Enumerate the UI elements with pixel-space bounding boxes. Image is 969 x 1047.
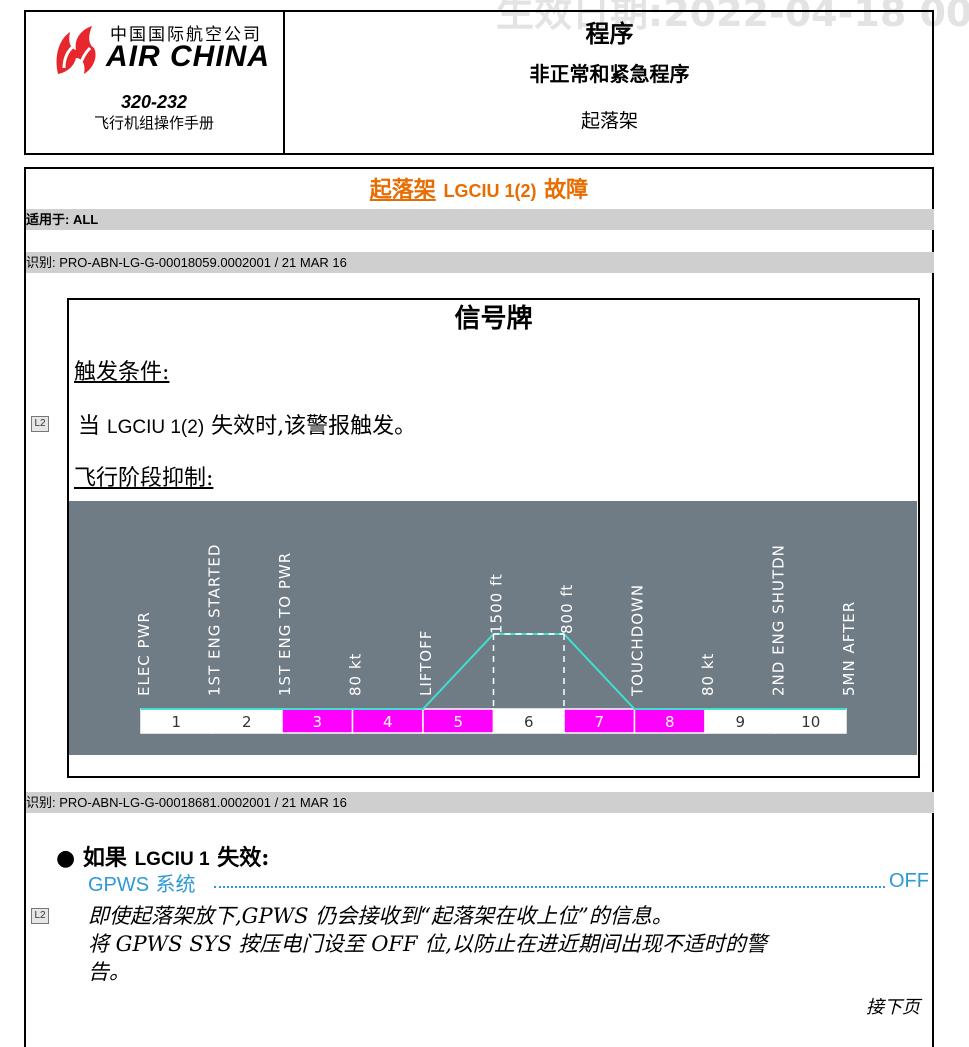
- phoenix-logo-icon: [56, 26, 96, 74]
- item-action-value: OFF: [889, 870, 929, 892]
- procedure-title-en: LGCIU 1(2): [443, 181, 537, 201]
- leader-dots: [214, 886, 885, 888]
- ident-bar-2: 识别: PRO-ABN-LG-G-00018681.0002001 / 21 M…: [26, 792, 934, 813]
- bullet-icon: ●: [56, 845, 76, 871]
- level-tag: L2: [31, 416, 49, 432]
- checklist-item-gpws[interactable]: GPWS 系统 OFF: [88, 868, 929, 896]
- ident-label-2: 识别: [26, 796, 53, 811]
- note-line-2: 将 GPWS SYS 按压电门设至 OFF 位,以防止在进近期间出现不适时的警: [88, 932, 767, 956]
- procedure-title-tail: 故障: [544, 177, 589, 203]
- note-line-1: 即使起落架放下,GPWS 仍会接收到“起落架在收上位”的信息。: [88, 904, 673, 928]
- flight-phase-chart: 1 2 3 4 5 6 7 8 9 10 ELEC PWR 1ST ENG STARTED 1ST EN…: [69, 501, 917, 755]
- event-label-1: ELEC PWR: [135, 611, 153, 696]
- section-name: 起落架: [580, 110, 638, 132]
- ident-value-2: : PRO-ABN-LG-G-00018681.0002001 / 21 MAR…: [52, 795, 347, 810]
- procedure-title: 起落架 LGCIU 1(2) 故障: [26, 172, 932, 204]
- page-subtitle: 非正常和紧急程序: [529, 62, 690, 86]
- applicability-bar: 适用于: ALL: [26, 209, 934, 230]
- page-title: 程序: [585, 19, 634, 48]
- airline-name-en: AIR CHINA: [106, 40, 270, 73]
- event-label-10: 2ND ENG SHUTDN: [770, 544, 788, 696]
- event-label-2: 1ST ENG STARTED: [206, 544, 224, 696]
- event-label-6: 1500 ft: [488, 573, 506, 634]
- item-name-cn: 系统: [155, 872, 196, 896]
- manual-name: 飞行机组操作手册: [93, 114, 214, 132]
- event-label-9: 80 kt: [699, 653, 717, 696]
- level-tag-2: L2: [31, 908, 49, 924]
- phase-number-6: 6: [524, 713, 534, 731]
- condition-en: LGCIU 1: [134, 849, 210, 870]
- phase-number-7: 7: [594, 713, 604, 731]
- trigger-text-suffix: 失效时,该警报触发。: [211, 414, 417, 439]
- phase-number-1: 1: [171, 713, 181, 731]
- phase-number-3: 3: [312, 713, 322, 731]
- warning-heading: 信号牌: [454, 304, 533, 334]
- phase-inhibit-label: 飞行阶段抑制:: [74, 466, 214, 491]
- flight-phase-diagram: 1 2 3 4 5 6 7 8 9 10 ELEC PWR 1ST ENG STARTED 1ST EN…: [135, 544, 858, 734]
- trigger-text: 当 LGCIU 1(2) 失效时,该警报触发。: [78, 408, 416, 440]
- phase-number-8: 8: [665, 713, 675, 731]
- event-label-8: TOUCHDOWN: [629, 584, 647, 697]
- procedure-title-system[interactable]: 起落架: [370, 177, 436, 203]
- ident-label: 识别: [26, 256, 53, 271]
- trigger-text-prefix: 当: [78, 414, 101, 439]
- ident-value: : PRO-ABN-LG-G-00018059.0002001 / 21 MAR…: [52, 255, 347, 270]
- trigger-text-en: LGCIU 1(2): [107, 417, 205, 438]
- event-label-3: 1ST ENG TO PWR: [276, 552, 294, 696]
- aircraft-model: 320-232: [120, 92, 188, 112]
- phase-number-4: 4: [383, 713, 393, 731]
- event-label-7: 800 ft: [558, 584, 576, 634]
- trigger-label: 触发条件:: [74, 360, 170, 385]
- phase-number-9: 9: [735, 713, 745, 731]
- phase-number-5: 5: [453, 713, 463, 731]
- continue-label: 接下页: [866, 997, 920, 1018]
- phase-number-2: 2: [242, 713, 252, 731]
- applicability-value: : ALL: [65, 212, 99, 227]
- phase-number-10: 10: [801, 713, 820, 731]
- air-china-logo: 中国国际航空公司 AIR CHINA: [50, 18, 282, 80]
- event-label-5: LIFTOFF: [417, 630, 435, 696]
- note-line-3: 告。: [88, 960, 130, 984]
- event-label-4: 80 kt: [347, 653, 365, 696]
- ident-bar-1: 识别: PRO-ABN-LG-G-00018059.0002001 / 21 M…: [26, 252, 934, 273]
- item-name-en: GPWS: [88, 874, 150, 896]
- event-label-11: 5MN AFTER: [840, 601, 858, 696]
- applicability-label: 适用于: [26, 213, 66, 228]
